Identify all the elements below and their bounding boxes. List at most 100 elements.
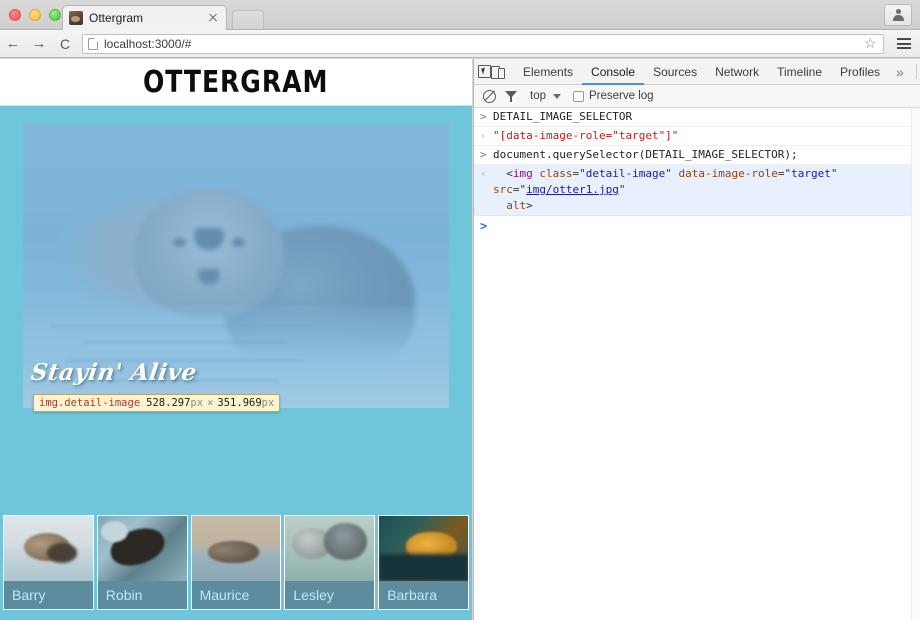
inspect-element-button[interactable] xyxy=(478,61,491,83)
back-button[interactable]: ← xyxy=(0,31,26,57)
tooltip-separator: × xyxy=(207,397,214,409)
node-bare-attr: alt xyxy=(506,199,527,212)
water-surface xyxy=(23,305,449,408)
thumbnail-label: Lesley xyxy=(285,581,375,609)
hamburger-line xyxy=(897,42,911,45)
reload-icon: C xyxy=(59,35,71,52)
thumbnail-label: Barry xyxy=(4,581,93,609)
clear-console-icon xyxy=(482,89,496,103)
console-input-line: > document.querySelector(DETAIL_IMAGE_SE… xyxy=(474,146,920,165)
console-output[interactable]: > DETAIL_IMAGE_SELECTOR ‹ "[data-image-r… xyxy=(474,108,920,620)
console-input-text: DETAIL_IMAGE_SELECTOR xyxy=(493,110,633,123)
reload-button[interactable]: C xyxy=(52,31,78,57)
filter-icon xyxy=(504,90,518,103)
preserve-log-label: Preserve log xyxy=(589,90,654,102)
tooltip-width-unit: px xyxy=(190,397,204,409)
device-toolbar-button[interactable] xyxy=(491,61,505,83)
thumbnail-item-maurice[interactable]: Maurice xyxy=(190,515,282,610)
browser-window: Ottergram ← → C localhost:3000/# ☆ OTTER… xyxy=(0,0,920,620)
thumbnail-image xyxy=(285,516,375,581)
browser-menu-button[interactable] xyxy=(892,31,916,57)
tab-title: Ottergram xyxy=(89,11,144,25)
tab-close-icon[interactable] xyxy=(206,11,220,25)
thumbnail-image xyxy=(191,516,281,581)
toolbar-divider xyxy=(915,64,917,79)
node-attr-name: class xyxy=(539,167,573,180)
browser-nav-bar: ← → C localhost:3000/# ☆ xyxy=(0,30,920,58)
thumbnail-item-robin[interactable]: Robin xyxy=(96,515,188,610)
close-window-button[interactable] xyxy=(9,9,21,21)
node-attr-name: src xyxy=(493,183,513,196)
minimize-window-button[interactable] xyxy=(29,9,41,21)
node-src-link[interactable]: img/otter1.jpg xyxy=(526,183,619,196)
thumbnail-image xyxy=(97,516,187,581)
devtools-panel: Elements Console Sources Network Timelin… xyxy=(473,59,920,620)
address-bar[interactable]: localhost:3000/# ☆ xyxy=(82,33,884,54)
device-toolbar-icon xyxy=(491,65,505,79)
node-attr-name: data-image-role xyxy=(678,167,778,180)
hamburger-line xyxy=(897,38,911,40)
window-traffic-lights xyxy=(9,9,61,21)
console-result-node-line[interactable]: ‹ <img class="detail-image" data-image-r… xyxy=(474,165,920,216)
filter-button[interactable] xyxy=(500,85,522,107)
execution-context-select[interactable]: top xyxy=(530,90,561,102)
console-prompt[interactable]: > xyxy=(474,216,920,235)
page-title: OTTERGRAM xyxy=(143,64,329,100)
browser-tab-ottergram[interactable]: Ottergram xyxy=(62,5,227,30)
thumbnail-strip: Barry Robin Maurice Lesley Barbara xyxy=(0,512,472,620)
more-tabs-button[interactable]: » xyxy=(889,59,911,85)
console-output-marker: ‹ xyxy=(480,129,487,142)
site-header: OTTERGRAM xyxy=(0,59,472,106)
otter-mouth-shape xyxy=(197,268,220,285)
thumbnail-label: Robin xyxy=(97,581,187,609)
node-attr-value: target xyxy=(791,167,831,180)
detail-caption: Stayin' Alive xyxy=(29,359,199,386)
detail-image-frame: Stayin' Alive img.detail-image 528.297px ×… xyxy=(23,124,449,412)
tab-elements[interactable]: Elements xyxy=(514,59,582,85)
preserve-log-toggle[interactable]: Preserve log xyxy=(573,90,654,102)
new-tab-button[interactable] xyxy=(232,10,264,29)
forward-button[interactable]: → xyxy=(26,31,52,57)
hamburger-line xyxy=(897,47,911,49)
url-text: localhost:3000/# xyxy=(104,36,192,51)
ripple xyxy=(82,340,288,344)
ripple xyxy=(48,324,313,328)
tab-network[interactable]: Network xyxy=(706,59,768,85)
console-prompt-caret: > xyxy=(480,219,488,233)
forward-arrow-icon: → xyxy=(31,35,47,52)
console-input-marker: > xyxy=(480,148,487,161)
console-filter-bar: top Preserve log xyxy=(474,85,920,108)
person-icon xyxy=(892,8,905,22)
tab-profiles[interactable]: Profiles xyxy=(831,59,889,85)
otter-face-shape xyxy=(133,189,284,318)
page-info-icon[interactable] xyxy=(88,37,98,50)
thumbnail-label: Barbara xyxy=(379,581,468,609)
tab-sources[interactable]: Sources xyxy=(644,59,706,85)
devtools-toolbar: Elements Console Sources Network Timelin… xyxy=(474,59,920,85)
element-size-tooltip: img.detail-image 528.297px × 351.969px xyxy=(33,394,281,412)
thumbnail-item-lesley[interactable]: Lesley xyxy=(284,515,376,610)
node-tag-name: img xyxy=(512,167,533,180)
chevron-down-icon xyxy=(553,93,561,99)
browser-tab-bar: Ottergram xyxy=(0,0,920,30)
preserve-log-checkbox[interactable] xyxy=(573,90,584,102)
clear-console-button[interactable] xyxy=(478,85,500,107)
tooltip-width: 528.297 xyxy=(146,397,191,409)
zoom-window-button[interactable] xyxy=(49,9,61,21)
profile-button[interactable] xyxy=(884,4,912,26)
tab-timeline[interactable]: Timeline xyxy=(768,59,831,85)
back-arrow-icon: ← xyxy=(5,35,21,52)
bookmark-star-icon[interactable]: ☆ xyxy=(864,36,878,51)
thumbnail-item-barbara[interactable]: Barbara xyxy=(378,515,469,610)
console-scrollbar[interactable] xyxy=(911,108,920,620)
thumbnail-item-barry[interactable]: Barry xyxy=(3,515,94,610)
tab-console[interactable]: Console xyxy=(582,59,644,85)
console-prompt-input[interactable] xyxy=(493,219,916,233)
tooltip-height-unit: px xyxy=(261,397,275,409)
page-viewport: OTTERGRAM Stayin' Alive img.detail-image… xyxy=(0,59,472,620)
node-attr-value: detail-image xyxy=(585,167,666,180)
thumbnail-label: Maurice xyxy=(191,581,281,609)
execution-context-value: top xyxy=(530,90,546,102)
console-result-node: <img class="detail-image" data-image-rol… xyxy=(493,167,838,212)
favicon-icon xyxy=(69,11,83,25)
